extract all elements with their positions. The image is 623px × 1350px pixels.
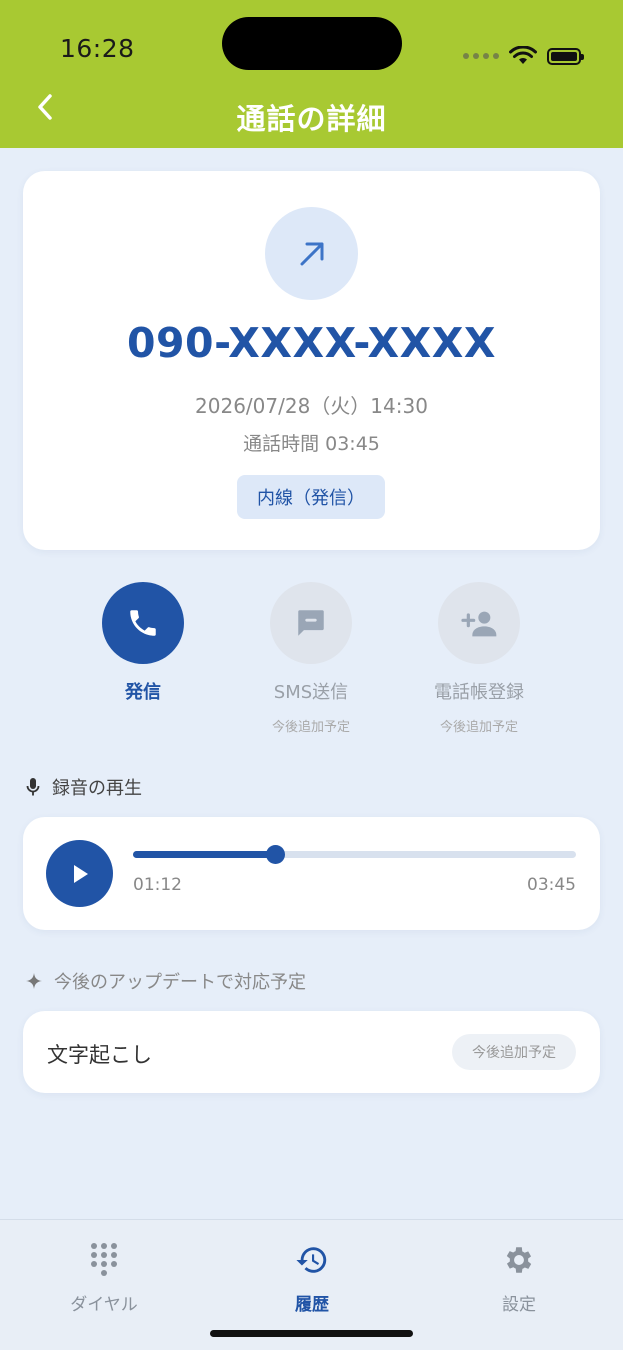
total-time: 03:45 (527, 875, 576, 895)
nav-history-label: 履歴 (295, 1295, 329, 1315)
nav-dial[interactable]: ダイヤル (39, 1242, 169, 1315)
sms-button (270, 582, 352, 664)
home-indicator (210, 1330, 413, 1337)
add-contact-button (438, 582, 520, 664)
phone-icon (130, 610, 156, 636)
message-icon (298, 610, 324, 636)
playback-handle[interactable] (265, 845, 285, 864)
sms-coming-soon: 今後追加予定 (271, 720, 350, 735)
sparkle-icon (26, 973, 42, 989)
add-contact-label: 電話帳登録 (434, 682, 524, 703)
call-duration: 通話時間 03:45 (243, 433, 380, 455)
play-button[interactable] (46, 840, 113, 907)
add-contact-coming-soon: 今後追加予定 (439, 720, 518, 735)
add-contact-action: 電話帳登録 今後追加予定 (399, 582, 559, 735)
nav-dial-label: ダイヤル (70, 1295, 138, 1315)
sms-action-label: SMS送信 (273, 682, 349, 703)
camera-notch (222, 17, 402, 70)
wifi-icon (509, 46, 537, 64)
current-time: 01:12 (133, 875, 182, 895)
battery-icon (547, 47, 584, 65)
playback-slider[interactable] (133, 845, 576, 864)
call-datetime: 2026/07/28（火）14:30 (195, 394, 428, 418)
recording-title-text: 録音の再生 (52, 778, 142, 799)
coming-soon-badge: 今後追加予定 (452, 1034, 576, 1070)
transcription-card: 文字起こし 今後追加予定 (23, 1011, 600, 1093)
phone-number: 090-XXXX-XXXX (127, 319, 496, 367)
call-direction-badge (265, 207, 358, 300)
call-back-action[interactable]: 発信 (63, 582, 223, 704)
dialpad-icon (91, 1243, 117, 1276)
sms-action: SMS送信 今後追加予定 (231, 582, 391, 735)
upcoming-title-text: 今後のアップデートで対応予定 (54, 972, 306, 993)
call-action-label: 発信 (125, 682, 161, 703)
gear-icon (506, 1247, 532, 1273)
signal-icon (463, 53, 499, 59)
status-icons (463, 46, 584, 66)
app-header: 16:28 通話の詳細 (0, 0, 623, 148)
nav-settings-label: 設定 (502, 1295, 536, 1315)
audio-player-card: 01:12 03:45 (23, 817, 600, 930)
playback-progress (133, 851, 275, 858)
nav-settings[interactable]: 設定 (454, 1242, 584, 1315)
outgoing-arrow-icon (300, 242, 323, 265)
call-type-badge: 内線（発信） (237, 475, 385, 519)
call-detail-card: 090-XXXX-XXXX 2026/07/28（火）14:30 通話時間 03… (23, 171, 600, 550)
recording-section-title: 録音の再生 (26, 774, 142, 800)
status-time: 16:28 (60, 34, 135, 63)
upcoming-section-title: 今後のアップデートで対応予定 (26, 968, 306, 994)
page-title: 通話の詳細 (236, 102, 387, 136)
microphone-icon (26, 778, 40, 796)
transcription-label: 文字起こし (47, 1043, 152, 1067)
history-icon (296, 1247, 327, 1273)
play-icon (73, 864, 88, 883)
call-button[interactable] (102, 582, 184, 664)
nav-history[interactable]: 履歴 (247, 1242, 377, 1315)
add-contact-icon (461, 611, 497, 637)
